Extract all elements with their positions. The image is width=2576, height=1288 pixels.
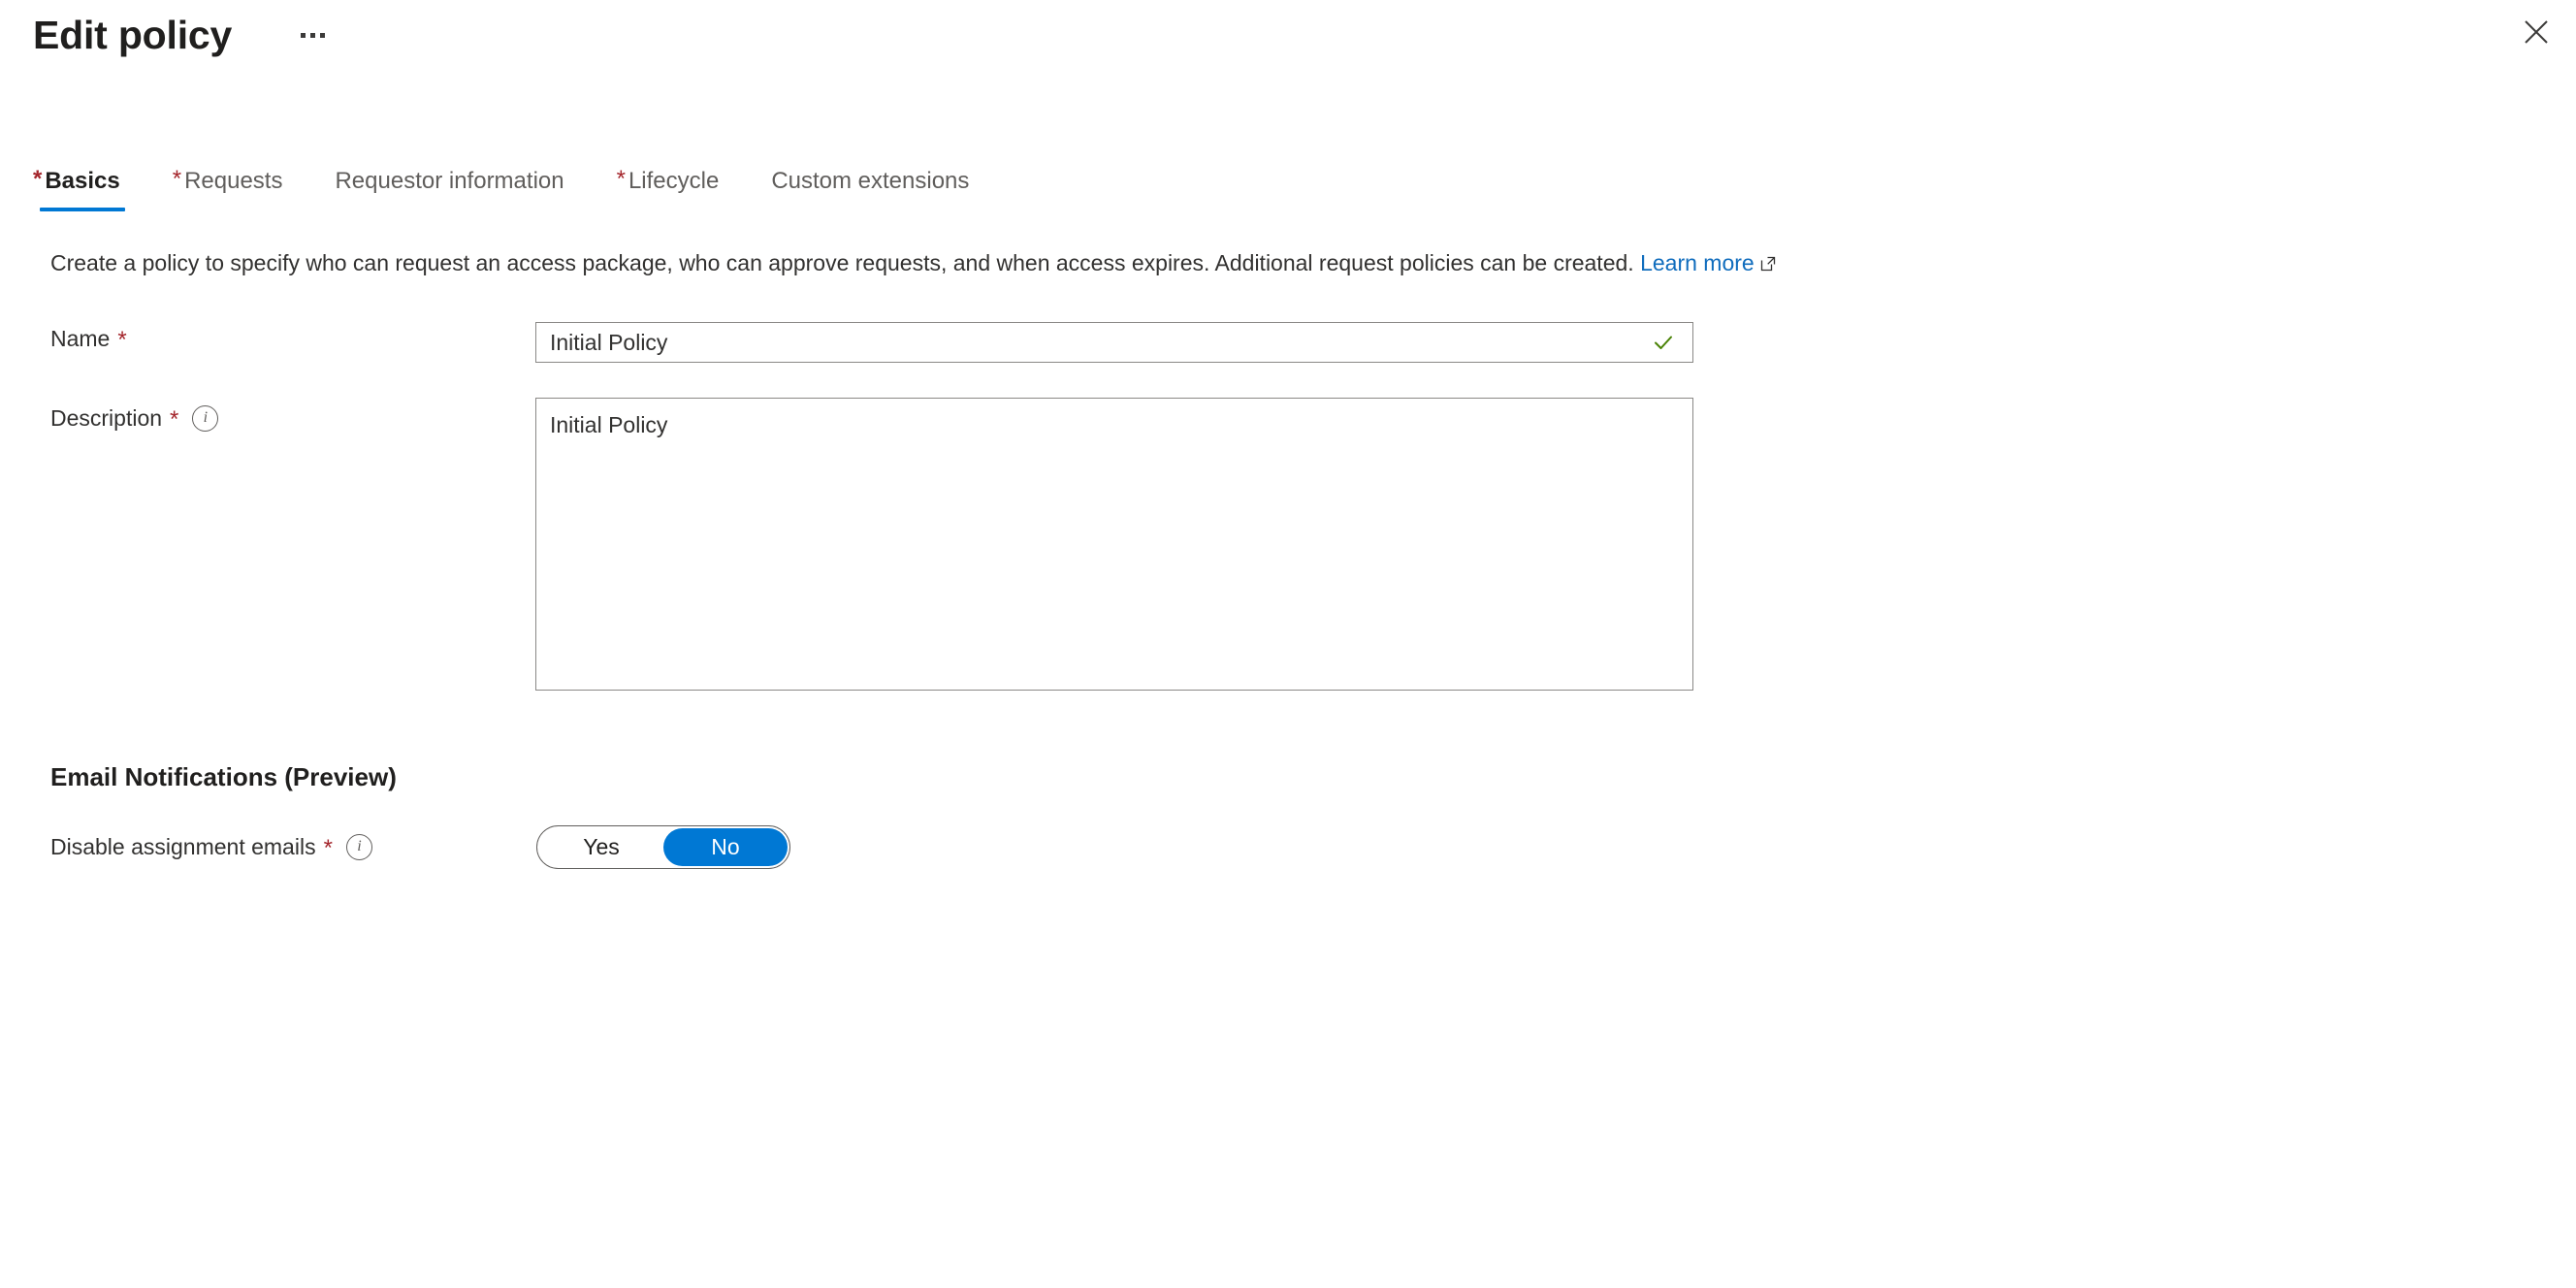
disable-assignment-emails-label: Disable assignment emails * i xyxy=(50,831,372,862)
required-asterisk: * xyxy=(117,327,127,353)
name-label-text: Name xyxy=(50,326,111,351)
tab-custom-extensions[interactable]: Custom extensions xyxy=(771,165,995,211)
description-textarea[interactable]: Initial Policy xyxy=(535,398,1693,691)
email-notifications-heading: Email Notifications (Preview) xyxy=(50,762,397,791)
ellipsis-dot xyxy=(319,32,325,38)
tab-list: * Basics * Requests Requestor informatio… xyxy=(33,165,995,211)
required-asterisk: * xyxy=(33,166,43,192)
toggle-option-yes[interactable]: Yes xyxy=(539,828,663,866)
toggle-option-no[interactable]: No xyxy=(663,828,788,866)
tab-label: Custom extensions xyxy=(771,168,970,194)
ellipsis-dot xyxy=(309,32,315,38)
description-textarea-value: Initial Policy xyxy=(550,412,668,437)
info-icon[interactable]: i xyxy=(345,833,372,860)
page-title: Edit policy xyxy=(33,13,233,57)
tab-requests[interactable]: * Requests xyxy=(173,165,309,211)
tab-label: Basics xyxy=(45,168,120,194)
tab-label: Requests xyxy=(184,168,283,194)
ellipsis-dot xyxy=(300,32,306,38)
description-label-text: Description xyxy=(50,405,163,431)
learn-more-label: Learn more xyxy=(1640,250,1755,275)
intro-description: Create a policy to specify who can reque… xyxy=(50,247,1777,280)
tab-label: Requestor information xyxy=(335,168,564,194)
disable-assignment-emails-label-text: Disable assignment emails xyxy=(50,834,316,859)
tab-basics[interactable]: * Basics xyxy=(33,165,146,211)
checkmark-icon xyxy=(1652,331,1675,354)
tab-label: Lifecycle xyxy=(628,168,720,194)
external-link-icon xyxy=(1759,249,1777,280)
name-label: Name * xyxy=(50,323,127,354)
name-input[interactable]: Initial Policy xyxy=(535,322,1693,363)
disable-assignment-emails-toggle[interactable]: Yes No xyxy=(536,825,790,869)
required-asterisk: * xyxy=(172,166,182,192)
required-asterisk: * xyxy=(616,166,626,192)
intro-text: Create a policy to specify who can reque… xyxy=(50,250,1634,275)
close-icon[interactable] xyxy=(2510,6,2562,58)
tab-requestor-information[interactable]: Requestor information xyxy=(335,165,590,211)
learn-more-link[interactable]: Learn more xyxy=(1640,250,1755,275)
blade-header: Edit policy xyxy=(0,0,2576,80)
ellipsis-icon[interactable] xyxy=(291,14,334,56)
tab-lifecycle[interactable]: * Lifecycle xyxy=(617,165,746,211)
required-asterisk: * xyxy=(170,406,179,433)
name-input-value: Initial Policy xyxy=(550,330,668,355)
description-label: Description * i xyxy=(50,402,219,434)
active-tab-indicator xyxy=(40,208,125,211)
required-asterisk: * xyxy=(323,835,333,861)
info-icon[interactable]: i xyxy=(192,404,219,432)
